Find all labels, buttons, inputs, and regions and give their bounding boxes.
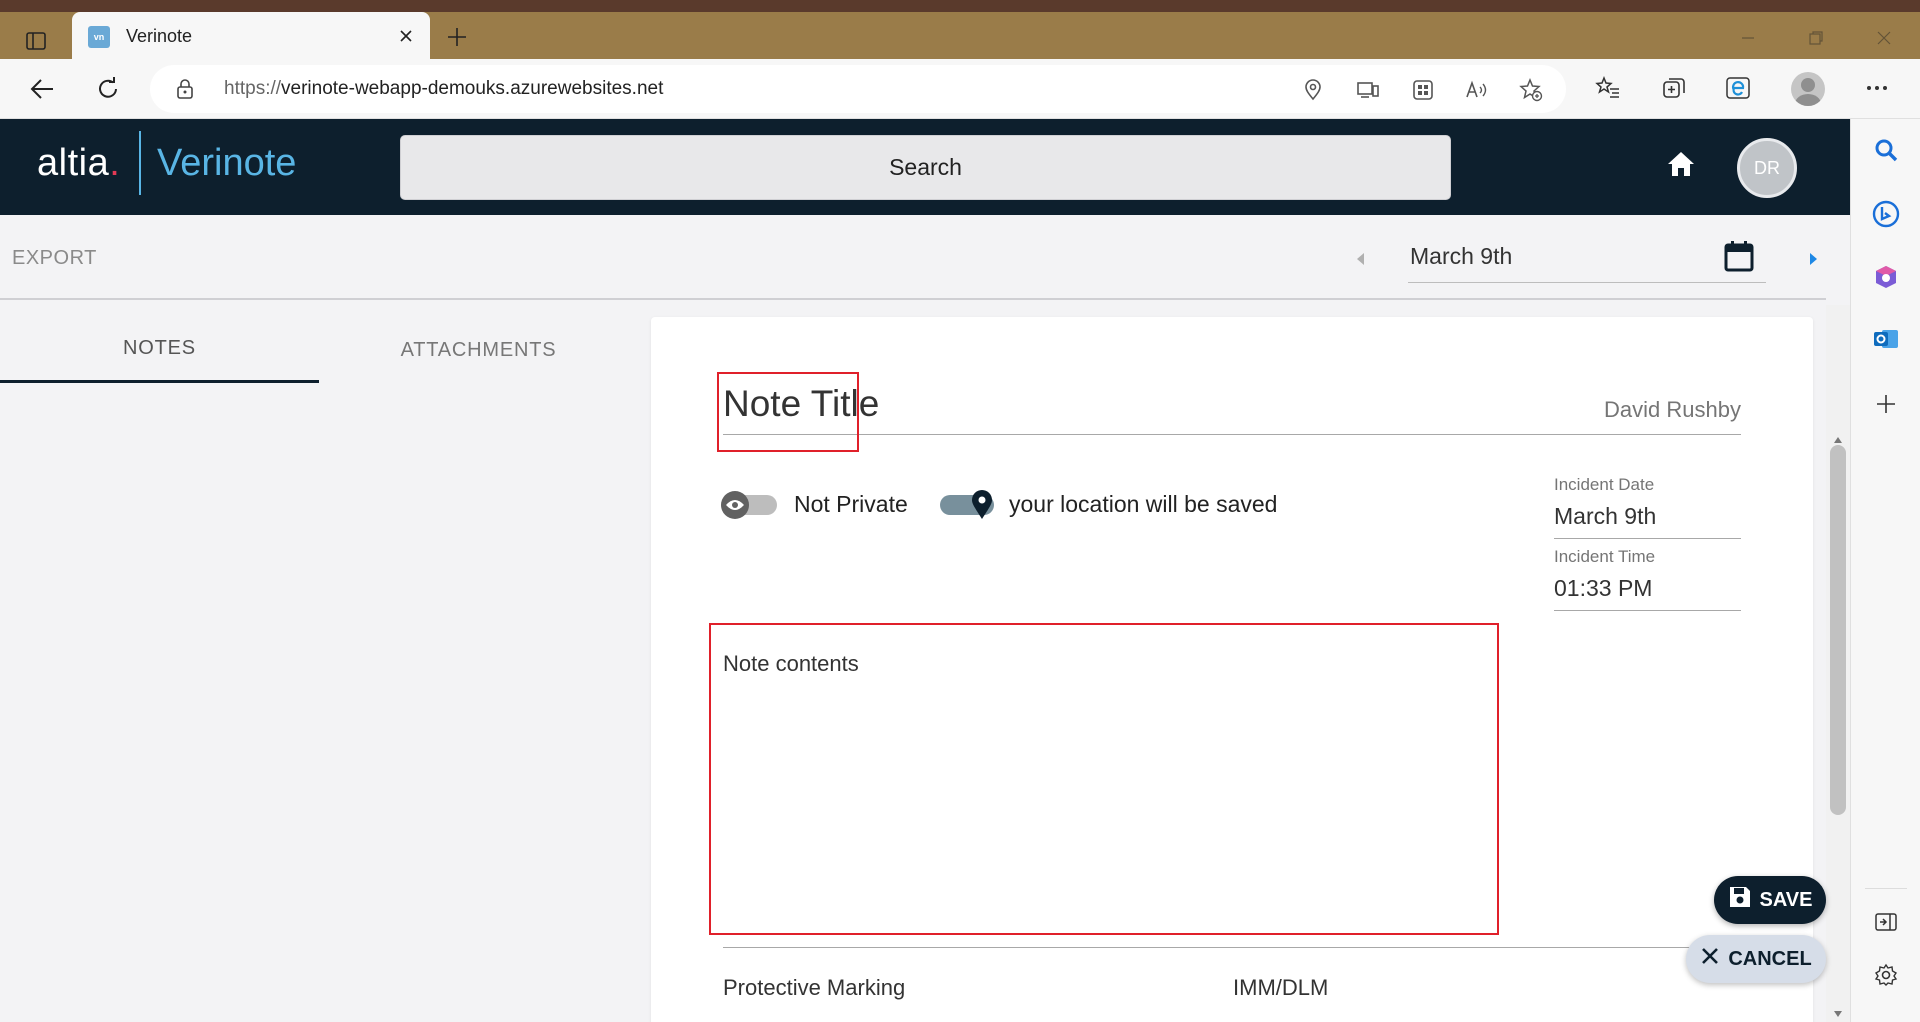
cancel-button[interactable]: CANCEL [1686,935,1826,983]
extensions-grid-icon[interactable] [1410,77,1436,103]
note-title-row: Note Title David Rushby [723,381,1741,435]
window-top-strip [0,0,1920,12]
bing-chat-icon[interactable] [1871,199,1901,229]
location-icon[interactable] [1300,77,1326,103]
verinote-favicon-icon: vn [88,26,110,48]
note-author: David Rushby [1604,397,1741,422]
tab-notes[interactable]: NOTES [0,317,319,383]
save-label: SAVE [1759,888,1813,911]
browser-addressbar: https://verinote-webapp-demouks.azureweb… [0,59,1920,119]
protective-marking-select[interactable]: IMM/DLM [1233,975,1328,1001]
contents-divider [723,947,1741,948]
office-icon[interactable] [1871,262,1901,292]
eye-icon [721,491,749,519]
more-options-icon[interactable] [1862,73,1892,103]
title-highlight-box [717,372,859,452]
logo-primary: altia [37,142,110,184]
minimize-icon[interactable] [1733,26,1763,50]
protective-marking-label: Protective Marking [723,975,906,1000]
logo-dot: . [109,142,121,184]
refresh-icon[interactable] [92,73,124,105]
cancel-label: CANCEL [1728,947,1812,970]
add-sidebar-app-icon[interactable] [1871,389,1901,419]
sidebar-settings-gear-icon[interactable] [1871,960,1901,990]
restore-icon[interactable] [1801,26,1831,50]
collections-icon[interactable] [1659,73,1689,103]
note-toolbar: EXPORT March 9th [0,215,1826,300]
search-icon[interactable] [1871,135,1901,165]
incident-date-value: March 9th [1554,503,1741,539]
privacy-label: Not Private [794,491,908,517]
calendar-icon[interactable] [1722,239,1756,273]
location-pin-icon [968,490,996,519]
scroll-down-icon[interactable] [1833,1005,1843,1022]
url-scheme: https:// [224,78,282,99]
scroll-thumb[interactable] [1830,445,1846,815]
search-field[interactable]: Search [400,135,1451,200]
floppy-disk-icon [1728,885,1752,915]
date-value: March 9th [1410,243,1513,269]
close-tab-icon[interactable] [394,24,418,48]
incident-time-field[interactable]: Incident Time 01:33 PM [1554,547,1741,611]
read-aloud-icon[interactable] [1464,77,1490,103]
logo-separator [139,131,141,195]
app-header: altia. Verinote Search DR [0,119,1850,215]
browser-profile-avatar[interactable] [1791,72,1825,106]
incident-date-field[interactable]: Incident Date March 9th [1554,475,1741,539]
close-x-icon [1700,946,1720,972]
verinote-app: altia. Verinote Search DR EXPORT March 9… [0,119,1850,1022]
back-icon[interactable] [26,73,58,105]
privacy-toggle[interactable] [721,491,777,519]
note-editor-card: Note Title David Rushby Not Private your… [651,317,1813,1022]
note-contents-placeholder: Note contents [723,651,859,676]
incident-date-label: Incident Date [1554,475,1655,494]
lock-icon[interactable] [176,79,194,104]
location-toggle[interactable] [940,490,994,519]
user-avatar[interactable]: DR [1737,138,1797,198]
sidebar-divider [1865,888,1907,889]
content-tabs: NOTES ATTACHMENTS [0,317,640,383]
previous-date-icon[interactable] [1352,251,1368,267]
close-window-icon[interactable] [1869,26,1899,50]
edge-sidebar [1850,119,1920,1022]
url-text: https://verinote-webapp-demouks.azureweb… [224,78,663,100]
new-tab-icon[interactable] [442,22,472,52]
export-button[interactable]: EXPORT [12,247,97,270]
ie-mode-icon[interactable] [1724,73,1754,103]
browser-tabbar: vn Verinote [0,12,1920,59]
hide-sidebar-icon[interactable] [1871,907,1901,937]
url-host: verinote-webapp-demouks.azurewebsites.ne… [281,78,664,99]
home-icon[interactable] [1664,147,1698,181]
date-picker-field[interactable]: March 9th [1408,235,1766,283]
incident-time-value: 01:33 PM [1554,575,1741,611]
outlook-icon[interactable] [1871,324,1901,354]
browser-tab-verinote[interactable]: vn Verinote [72,12,430,59]
location-label: your location will be saved [1009,491,1278,517]
save-button[interactable]: SAVE [1714,876,1826,924]
altia-logo[interactable]: altia. [37,142,120,185]
address-field[interactable]: https://verinote-webapp-demouks.azureweb… [150,65,1566,113]
incident-time-label: Incident Time [1554,547,1656,566]
next-date-icon[interactable] [1806,251,1822,267]
add-favorite-icon[interactable] [1518,77,1544,103]
browser-tab-title: Verinote [126,26,193,46]
page-scrollbar[interactable] [1826,305,1850,1022]
verinote-logo[interactable]: Verinote [157,142,296,185]
app-available-icon[interactable] [1355,77,1381,103]
tab-attachments[interactable]: ATTACHMENTS [319,317,638,383]
tab-actions-icon[interactable] [20,25,52,57]
favorites-icon[interactable] [1593,73,1623,103]
